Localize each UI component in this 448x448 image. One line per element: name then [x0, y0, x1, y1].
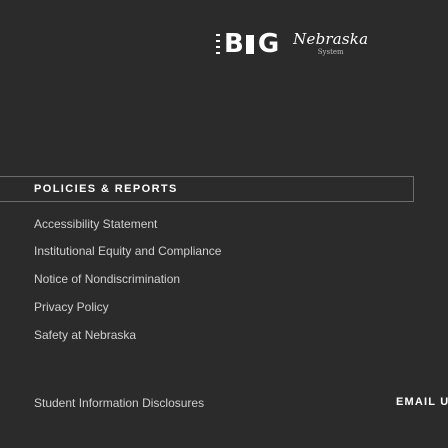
nebraska-wordmark: Nebraska	[293, 30, 369, 48]
big-ten-i-glyph	[245, 34, 254, 54]
footer-bottom-row: Student Information Disclosures EMAIL U	[34, 396, 448, 410]
link-privacy-policy[interactable]: Privacy Policy	[34, 301, 221, 313]
policies-links-list: Accessibility Statement Institutional Eq…	[34, 218, 221, 357]
link-accessibility-statement[interactable]: Accessibility Statement	[34, 218, 221, 230]
big-ten-logo[interactable]: B G	[216, 29, 279, 59]
big-ten-b-glyph: B	[224, 29, 244, 59]
link-student-information-disclosures[interactable]: Student Information Disclosures	[34, 396, 204, 410]
link-safety-at-nebraska[interactable]: Safety at Nebraska	[34, 329, 221, 341]
email-us-link[interactable]: EMAIL U	[396, 396, 448, 408]
footer-page: B G Nebraska System POLICIES & REPORTS A…	[0, 0, 448, 448]
nebraska-system-logo[interactable]: Nebraska System	[293, 32, 368, 56]
nebraska-system-subtitle: System	[317, 48, 344, 56]
logo-area: B G Nebraska System	[216, 24, 448, 64]
policies-reports-heading: POLICIES & REPORTS	[34, 183, 178, 195]
big-ten-stripes-icon	[216, 33, 220, 55]
big-ten-g-glyph: G	[257, 29, 280, 59]
link-notice-nondiscrimination[interactable]: Notice of Nondiscrimination	[34, 273, 221, 285]
policies-reports-bar[interactable]: POLICIES & REPORTS	[0, 176, 414, 202]
link-institutional-equity[interactable]: Institutional Equity and Compliance	[34, 245, 221, 257]
